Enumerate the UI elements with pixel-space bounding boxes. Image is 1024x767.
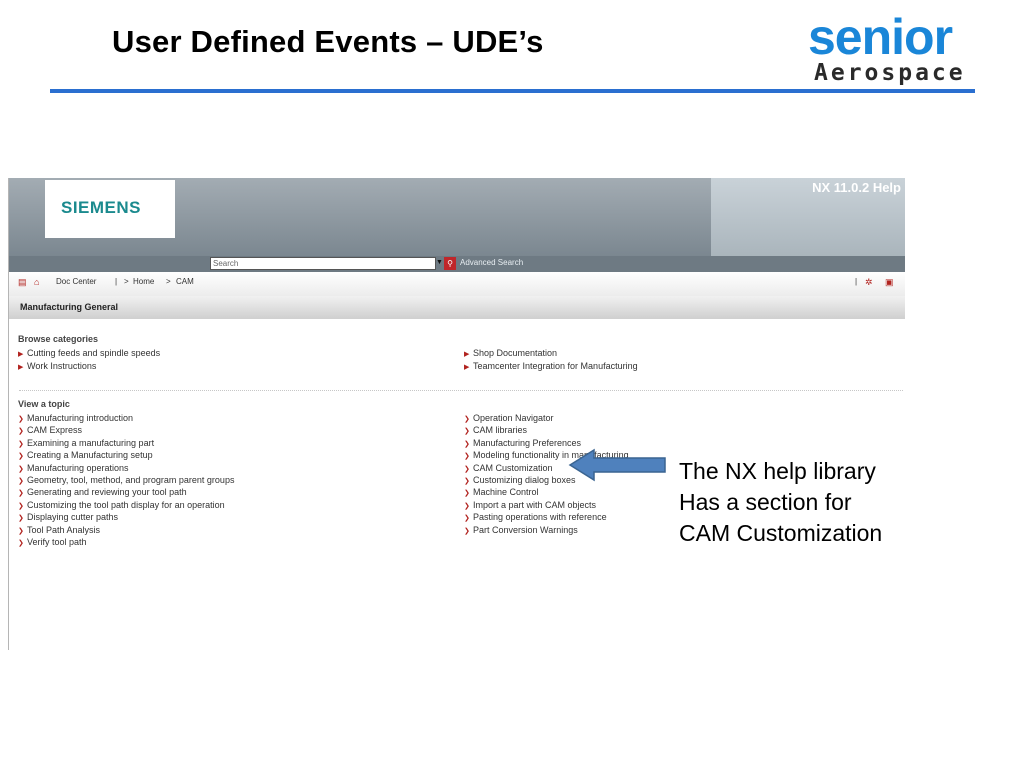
logo-subtitle: Aerospace [814,60,966,86]
logo-brand: senior [808,9,953,65]
print-icon[interactable]: ▣ [885,277,894,288]
help-link[interactable]: ▶ Work Instructions [18,360,96,374]
breadcrumb-home[interactable]: Home [133,277,154,286]
help-link-label: CAM libraries [473,425,528,436]
help-link-label: Manufacturing introduction [27,413,134,423]
section-header: Manufacturing General [9,296,905,319]
help-link-label: Geometry, tool, method, and program pare… [27,475,235,485]
siemens-logo: SIEMENS [61,198,142,217]
banner-right-panel: NX 11.0.2 Help [711,178,905,256]
callout-line: The NX help library [679,458,876,484]
help-link-label: Import a part with CAM objects [473,499,597,510]
chevron-right-icon: ❯ [464,527,470,535]
content-divider [19,390,903,391]
help-link-label: Verify tool path [27,537,87,547]
section-title: Manufacturing General [20,302,119,312]
search-dropdown-icon[interactable]: ▼ [436,259,443,267]
title-divider [50,89,975,93]
help-link[interactable]: ❯ Verify tool path [18,536,87,550]
breadcrumb-separator: | [115,277,118,286]
toolbar-separator: | [855,277,858,286]
help-link-label: Customizing dialog boxes [473,475,576,485]
help-link-label: CAM Customization [473,462,553,473]
home-icon[interactable]: ⌂ [34,277,39,287]
siemens-logo-box: SIEMENS [45,180,175,238]
chevron-right-icon: ▶ [464,363,470,371]
help-link-label: Pasting operations with reference [473,512,607,523]
help-link-label: Examining a manufacturing part [27,437,155,448]
document-icon[interactable]: ▤ [18,277,27,288]
breadcrumb-current: CAM [176,277,194,286]
help-link-label: Manufacturing operations [27,462,129,473]
product-title: NX 11.0.2 Help [812,180,901,195]
breadcrumb-arrow: > [166,277,171,286]
help-link-label: Machine Control [473,487,539,498]
advanced-search-link[interactable]: Advanced Search [460,258,523,267]
view-topic-heading: View a topic [18,399,70,409]
help-link-label: Cutting feeds and spindle speeds [27,348,161,358]
search-input[interactable]: Search [210,257,436,270]
chevron-right-icon: ▶ [18,363,24,371]
chevron-right-icon: ❯ [18,540,24,547]
help-link[interactable]: ❯ Part Conversion Warnings [464,524,578,538]
help-link-label: Manufacturing Preferences [473,437,582,448]
browse-categories-heading: Browse categories [18,334,99,344]
search-bar: Search ▼ ⚲ Advanced Search [9,256,905,272]
help-link-label: Tool Path Analysis [27,524,101,535]
search-icon[interactable]: ⚲ [444,257,456,270]
help-link-label: Generating and reviewing your tool path [27,487,187,498]
senior-aerospace-logo: senior Aerospace [808,12,994,88]
callout-arrow-icon [568,448,666,482]
help-link-label: Creating a Manufacturing setup [27,450,153,461]
breadcrumb-arrow: > [124,277,129,286]
callout-line: CAM Customization [679,520,883,546]
help-link-label: CAM Express [27,425,83,436]
help-link-label: Part Conversion Warnings [473,524,578,535]
help-link-label: Customizing the tool path display for an… [27,499,225,510]
left-arrow-icon [568,448,666,482]
help-link-label: Displaying cutter paths [27,512,119,523]
breadcrumb: ▤ ⌂ Doc Center | > Home > CAM | ✲ ▣ [9,272,905,296]
help-link-label: Teamcenter Integration for Manufacturing [473,360,638,371]
help-link-label: Shop Documentation [473,348,558,358]
help-link-label: Operation Navigator [473,413,554,423]
gear-icon[interactable]: ✲ [865,277,873,288]
breadcrumb-doc-center[interactable]: Doc Center [56,277,96,286]
help-link[interactable]: ▶ Teamcenter Integration for Manufacturin… [464,360,638,374]
slide-title: User Defined Events – UDE’s [112,24,544,59]
nx-help-screenshot: SIEMENS NX 11.0.2 Help Search ▼ ⚲ Advanc… [8,178,905,650]
callout-line: Has a section for [679,489,852,515]
callout-text: The NX help library Has a section for CA… [679,456,882,549]
help-link-label: Work Instructions [27,360,97,371]
help-banner: SIEMENS NX 11.0.2 Help [9,178,905,256]
